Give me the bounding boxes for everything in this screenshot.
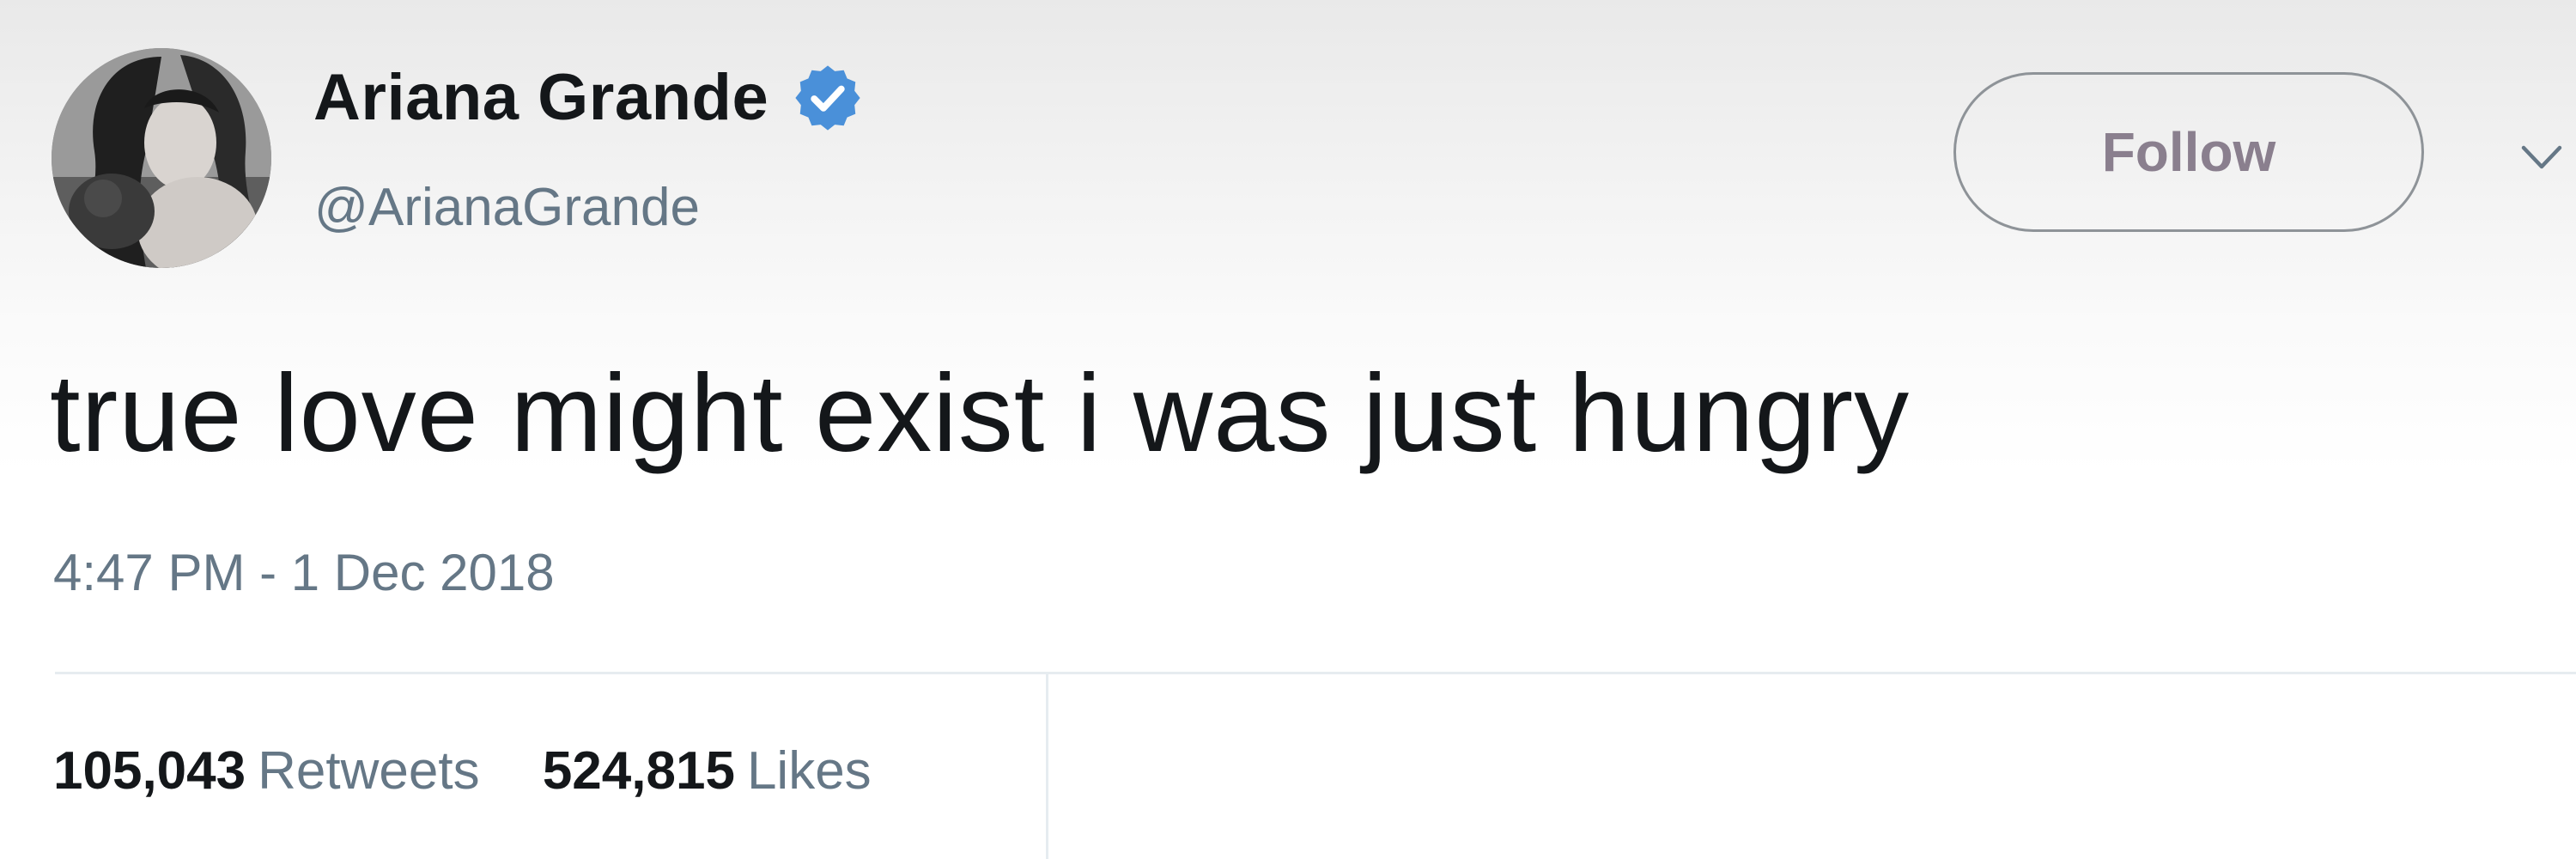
stats-divider <box>1046 674 1048 859</box>
avatar-image <box>52 48 271 268</box>
likes-count: 524,815 <box>542 741 735 801</box>
likes-label: Likes <box>746 741 872 801</box>
tweet-text: true love might exist i was just hungry <box>50 352 1911 475</box>
verified-badge-icon <box>795 64 860 131</box>
follow-button[interactable]: Follow <box>1953 72 2424 232</box>
display-name[interactable]: Ariana Grande <box>313 60 769 135</box>
likes-stat[interactable]: 524,815 Likes <box>543 741 872 801</box>
divider <box>55 672 2576 674</box>
name-row: Ariana Grande <box>313 60 865 135</box>
tweet-timestamp[interactable]: 4:47 PM - 1 Dec 2018 <box>53 543 555 602</box>
tweet-card: Ariana Grande @ArianaGrande Follow true … <box>0 0 2576 859</box>
retweets-stat[interactable]: 105,043 Retweets <box>53 741 495 801</box>
user-handle[interactable]: @ArianaGrande <box>314 177 700 238</box>
retweets-count: 105,043 <box>53 741 246 801</box>
tweet-stats: 105,043 Retweets 524,815 Likes <box>53 740 872 801</box>
chevron-down-icon[interactable] <box>2520 143 2563 174</box>
avatar[interactable] <box>52 48 271 268</box>
retweets-label: Retweets <box>258 741 480 801</box>
